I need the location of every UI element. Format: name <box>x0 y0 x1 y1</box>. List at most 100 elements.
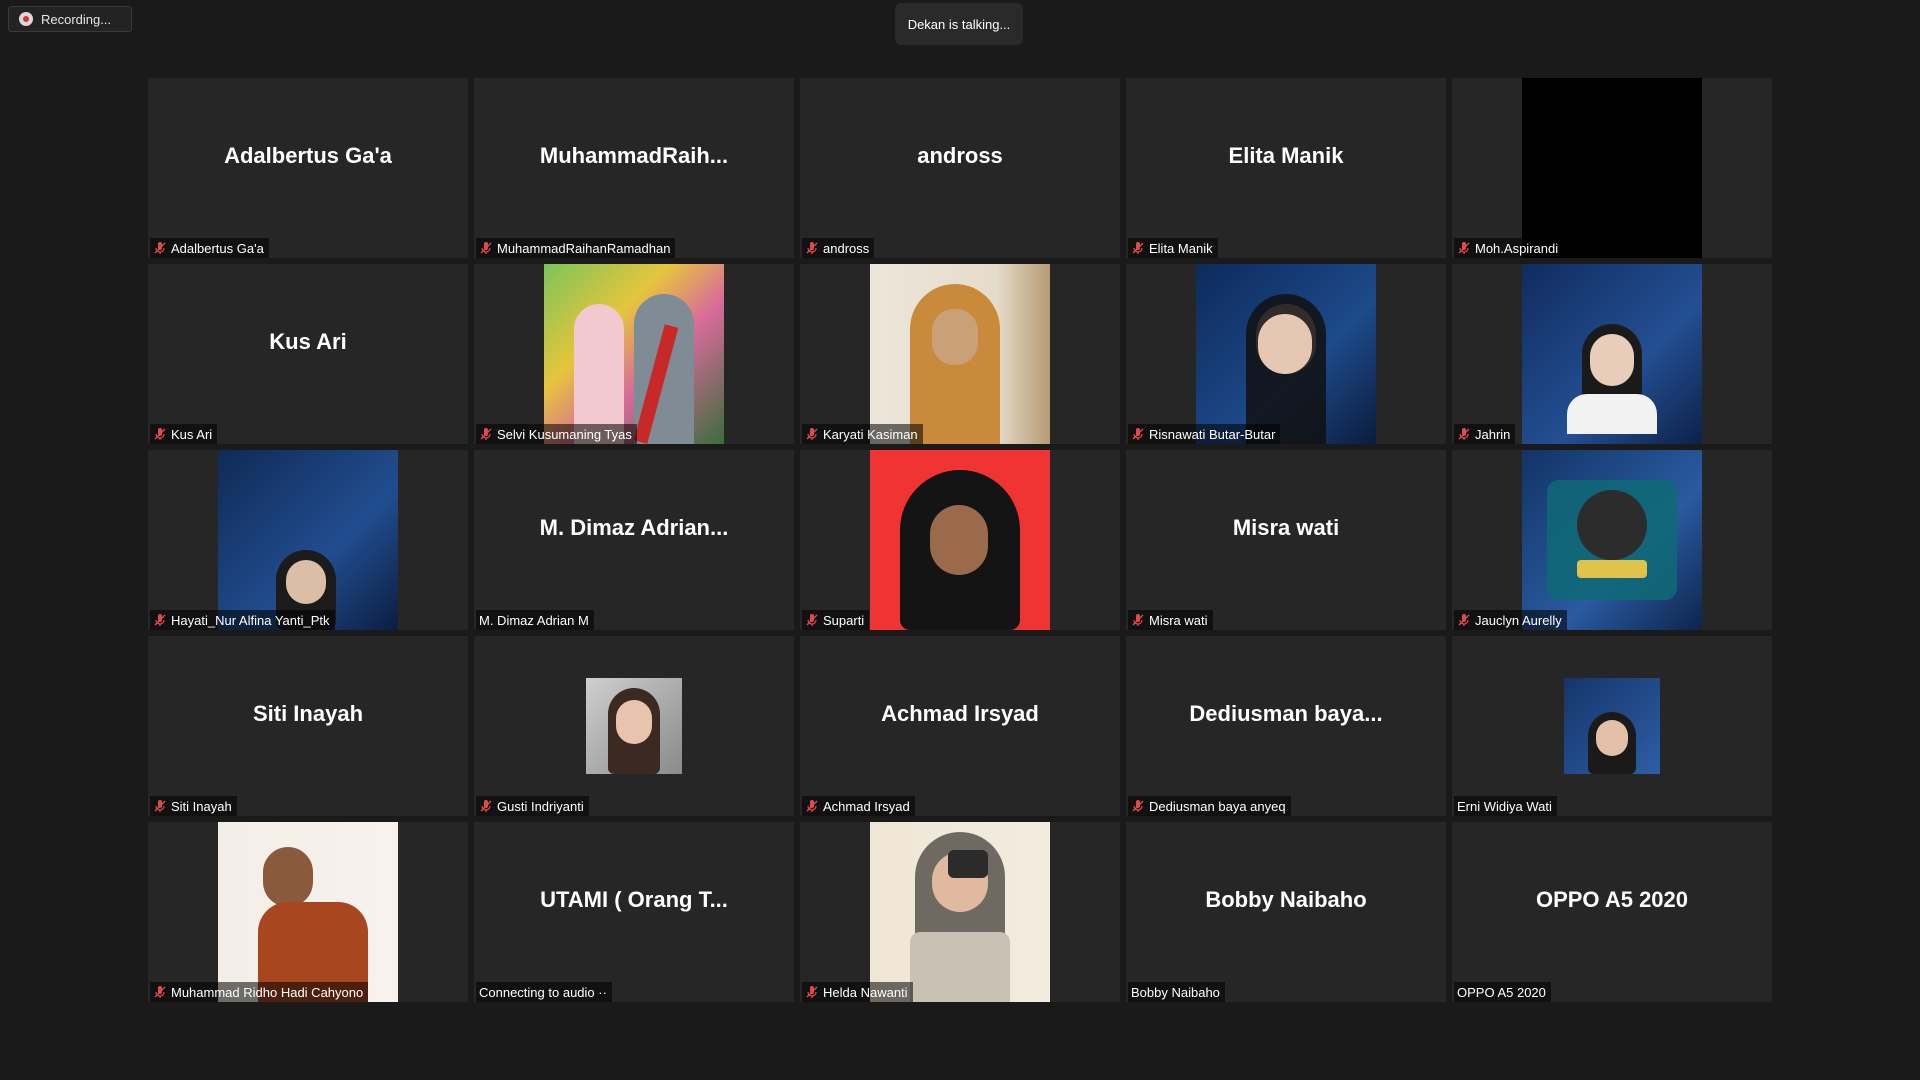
mic-muted-icon <box>480 242 492 254</box>
participant-name: Achmad Irsyad <box>823 798 910 814</box>
recording-label: Recording... <box>41 11 112 27</box>
participant-name: Gusti Indriyanti <box>497 798 584 814</box>
participant-tile[interactable]: Misra wati Misra wati <box>1126 450 1446 630</box>
participant-tile[interactable]: Muhammad Ridho Hadi Cahyono <box>148 822 468 1002</box>
participant-name-label: M. Dimaz Adrian M <box>476 610 594 630</box>
participant-tile[interactable]: Suparti <box>800 450 1120 630</box>
mic-muted-icon <box>806 242 818 254</box>
participant-name-label: Gusti Indriyanti <box>476 796 589 816</box>
participant-name: Suparti <box>823 612 865 628</box>
participant-name-label: MuhammadRaihanRamadhan <box>476 238 676 258</box>
participant-grid: Adalbertus Ga'a Adalbertus Ga'a Muhammad… <box>148 78 1772 1002</box>
active-speaker-label: Dekan is talking... <box>907 16 1011 32</box>
recording-indicator[interactable]: Recording... <box>8 6 132 32</box>
participant-name: M. Dimaz Adrian M <box>479 612 589 628</box>
mic-muted-icon <box>1132 242 1144 254</box>
participant-display-name: Kus Ari <box>269 329 347 354</box>
participant-name-label: Misra wati <box>1128 610 1213 630</box>
participant-tile[interactable]: Hayati_Nur Alfina Yanti_Ptk <box>148 450 468 630</box>
participant-name-label: Moh.Aspirandi <box>1454 238 1564 258</box>
participant-tile[interactable]: Kus Ari Kus Ari <box>148 264 468 444</box>
participant-video <box>218 450 398 630</box>
mic-muted-icon <box>1458 614 1470 626</box>
participant-display-name: Misra wati <box>1232 515 1340 540</box>
participant-name-label: Selvi Kusumaning Tyas <box>476 424 637 444</box>
participant-display-name: Bobby Naibaho <box>1205 887 1367 912</box>
participant-name: Kus Ari <box>171 426 213 442</box>
participant-name: Moh.Aspirandi <box>1475 240 1559 256</box>
mic-muted-icon <box>480 428 492 440</box>
participant-tile[interactable]: Achmad Irsyad Achmad Irsyad <box>800 636 1120 816</box>
participant-name-label: Elita Manik <box>1128 238 1218 258</box>
participant-display-name: Elita Manik <box>1228 143 1344 168</box>
participant-display-name: Siti Inayah <box>252 701 364 726</box>
participant-tile[interactable]: Siti Inayah Siti Inayah <box>148 636 468 816</box>
participant-tile[interactable]: MuhammadRaih... MuhammadRaihanRamadhan <box>474 78 794 258</box>
mic-muted-icon <box>806 800 818 812</box>
participant-name: Muhammad Ridho Hadi Cahyono <box>171 984 364 1000</box>
participant-tile[interactable]: andross andross <box>800 78 1120 258</box>
participant-tile[interactable]: Dediusman baya... Dediusman baya anyeq <box>1126 636 1446 816</box>
participant-tile[interactable]: Jahrin <box>1452 264 1772 444</box>
participant-video <box>586 678 682 774</box>
participant-display-name: MuhammadRaih... <box>539 143 729 168</box>
participant-name: MuhammadRaihanRamadhan <box>497 240 671 256</box>
participant-name-label: Helda Nawanti <box>802 982 913 1002</box>
participant-name-label: Bobby Naibaho <box>1128 982 1225 1002</box>
participant-tile[interactable]: OPPO A5 2020 OPPO A5 2020 <box>1452 822 1772 1002</box>
participant-name-label: Karyati Kasiman <box>802 424 923 444</box>
participant-name: Karyati Kasiman <box>823 426 918 442</box>
participant-name-label: Jauclyn Aurelly <box>1454 610 1567 630</box>
participant-display-name: UTAMI ( Orang T... <box>540 887 728 912</box>
participant-video <box>544 264 724 444</box>
participant-name: Adalbertus Ga'a <box>171 240 264 256</box>
participant-name: Elita Manik <box>1149 240 1213 256</box>
participant-tile[interactable]: Bobby Naibaho Bobby Naibaho <box>1126 822 1446 1002</box>
participant-name: Jauclyn Aurelly <box>1475 612 1562 628</box>
participant-name: Risnawati Butar-Butar <box>1149 426 1276 442</box>
participant-tile[interactable]: Jauclyn Aurelly <box>1452 450 1772 630</box>
participant-name-label: Muhammad Ridho Hadi Cahyono <box>150 982 369 1002</box>
participant-tile[interactable]: Risnawati Butar-Butar <box>1126 264 1446 444</box>
participant-display-name: M. Dimaz Adrian... <box>539 515 729 540</box>
participant-name-label: andross <box>802 238 875 258</box>
participant-tile[interactable]: M. Dimaz Adrian... M. Dimaz Adrian M <box>474 450 794 630</box>
participant-video <box>1564 678 1660 774</box>
participant-video <box>870 822 1050 1002</box>
participant-name-label: Erni Widiya Wati <box>1454 796 1557 816</box>
participant-name: Selvi Kusumaning Tyas <box>497 426 632 442</box>
participant-name-label: Dediusman baya anyeq <box>1128 796 1291 816</box>
participant-tile[interactable]: Elita Manik Elita Manik <box>1126 78 1446 258</box>
mic-muted-icon <box>154 428 166 440</box>
participant-name: Misra wati <box>1149 612 1208 628</box>
mic-muted-icon <box>154 242 166 254</box>
participant-tile[interactable]: Adalbertus Ga'a Adalbertus Ga'a <box>148 78 468 258</box>
mic-muted-icon <box>154 800 166 812</box>
participant-name-label: OPPO A5 2020 <box>1454 982 1551 1002</box>
mic-muted-icon <box>154 986 166 998</box>
participant-tile[interactable]: Selvi Kusumaning Tyas <box>474 264 794 444</box>
participant-video <box>218 822 398 1002</box>
participant-name: Siti Inayah <box>171 798 232 814</box>
participant-display-name: Dediusman baya... <box>1189 701 1383 726</box>
participant-tile[interactable]: Erni Widiya Wati <box>1452 636 1772 816</box>
participant-name-label: Siti Inayah <box>150 796 237 816</box>
participant-name: Bobby Naibaho <box>1131 984 1220 1000</box>
participant-display-name: andross <box>917 143 1003 168</box>
participant-tile[interactable]: Gusti Indriyanti <box>474 636 794 816</box>
participant-name: Hayati_Nur Alfina Yanti_Ptk <box>171 612 330 628</box>
participant-name-label: Jahrin <box>1454 424 1516 444</box>
record-icon <box>19 12 33 26</box>
participant-name: OPPO A5 2020 <box>1457 984 1546 1000</box>
participant-name-label: Suparti <box>802 610 870 630</box>
participant-name-label: Connecting to audio ·· <box>476 982 612 1002</box>
mic-muted-icon <box>806 614 818 626</box>
participant-tile[interactable]: Helda Nawanti <box>800 822 1120 1002</box>
participant-name: Erni Widiya Wati <box>1457 798 1552 814</box>
participant-tile[interactable]: Karyati Kasiman <box>800 264 1120 444</box>
participant-name: andross <box>823 240 870 256</box>
mic-muted-icon <box>1132 800 1144 812</box>
mic-muted-icon <box>1132 428 1144 440</box>
participant-tile[interactable]: UTAMI ( Orang T... Connecting to audio ·… <box>474 822 794 1002</box>
participant-tile[interactable]: Moh.Aspirandi <box>1452 78 1772 258</box>
